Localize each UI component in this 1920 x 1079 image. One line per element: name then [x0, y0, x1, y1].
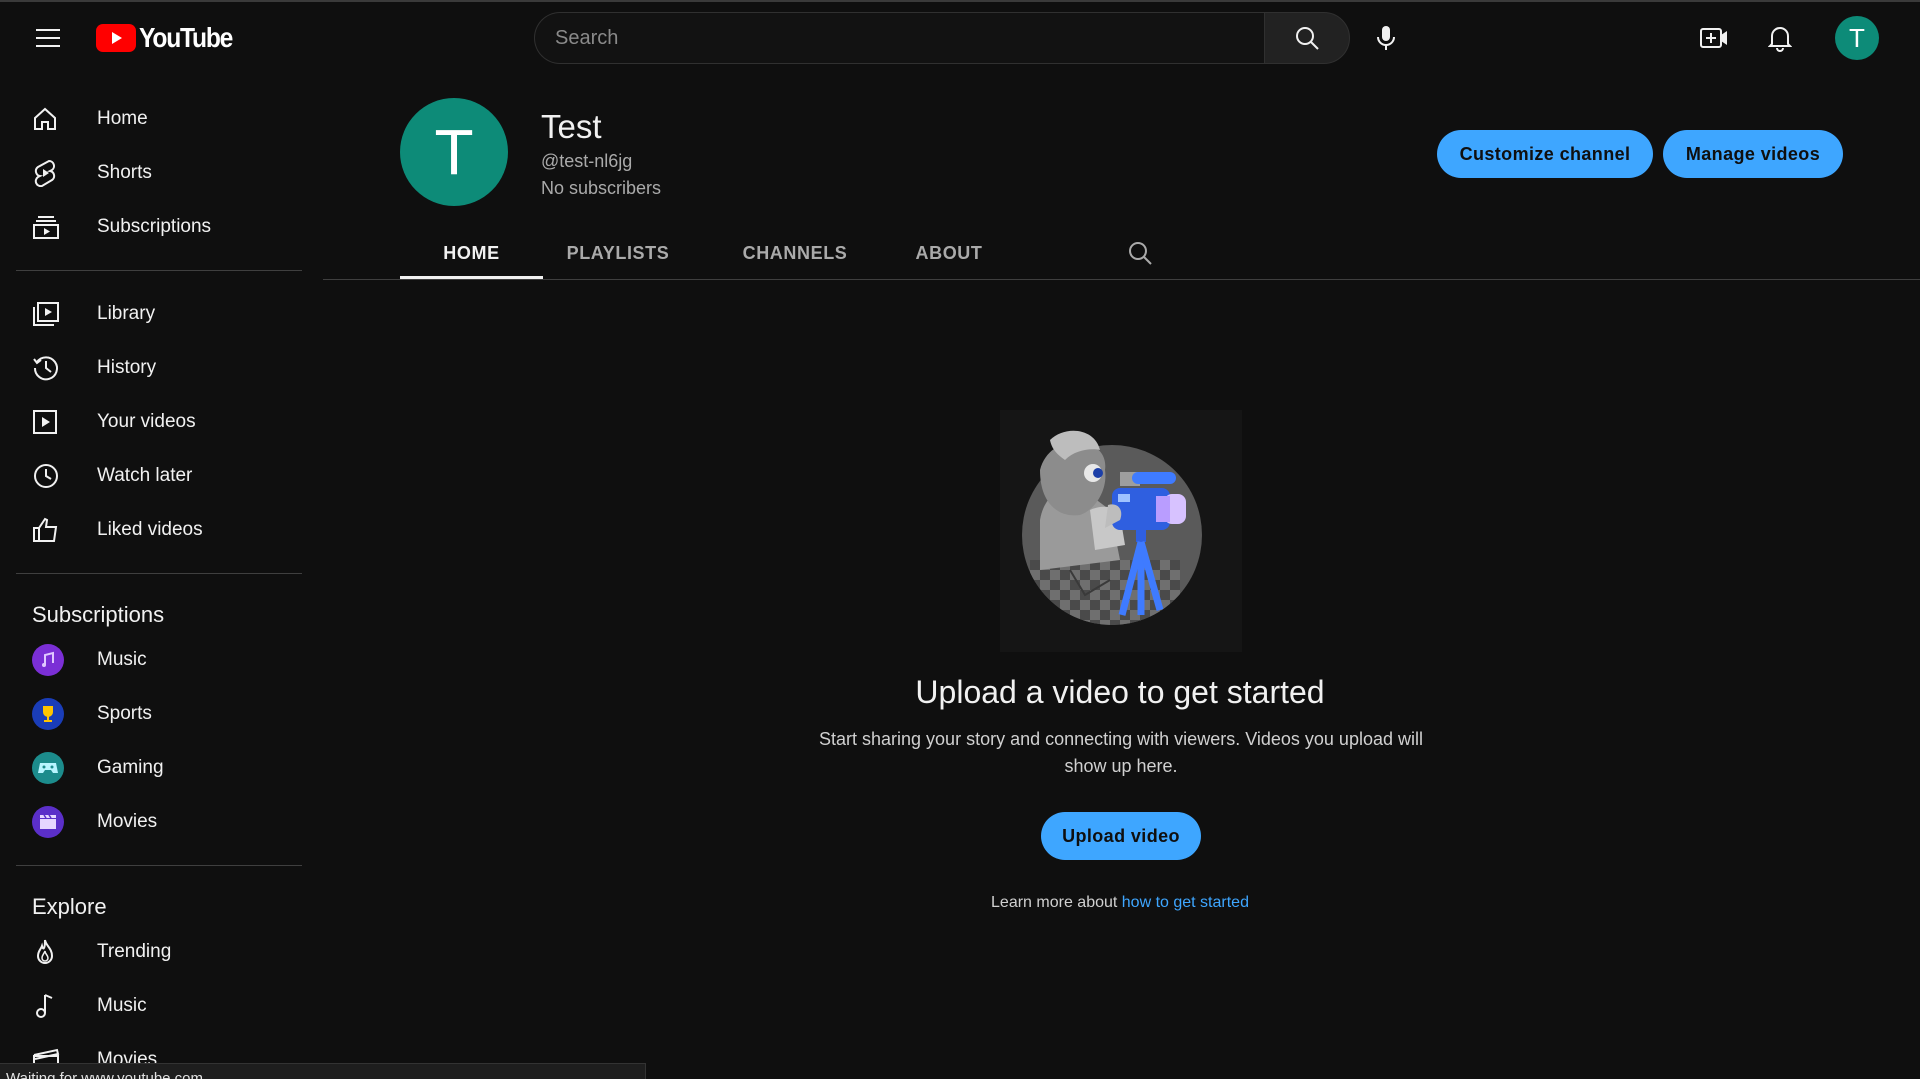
sidebar-item-your-videos[interactable]: Your videos	[16, 395, 300, 449]
sidebar-item-trending[interactable]: Trending	[16, 925, 300, 979]
sidebar-item-sub-music[interactable]: Music	[16, 633, 300, 687]
sidebar-divider	[16, 270, 302, 271]
youtube-play-logo-icon	[96, 24, 136, 52]
sidebar-item-label: Subscriptions	[97, 216, 212, 237]
tab-channels[interactable]: CHANNELS	[720, 226, 870, 280]
sidebar-item-label: Your videos	[97, 411, 196, 432]
channel-avatar[interactable]: T	[400, 98, 508, 206]
home-icon	[34, 107, 56, 130]
learn-more-text: Learn more about how to get started	[640, 894, 1600, 912]
music-note-icon	[36, 994, 53, 1018]
sidebar-item-label: Gaming	[97, 757, 164, 778]
sidebar-divider	[16, 573, 302, 574]
history-icon	[33, 356, 58, 381]
tabs-divider	[323, 279, 1920, 280]
sidebar-item-label: Home	[97, 108, 148, 129]
sidebar-item-shorts[interactable]: Shorts	[16, 146, 300, 200]
sidebar-item-label: Watch later	[97, 465, 193, 486]
sidebar-item-label: Sports	[97, 703, 152, 724]
guide-menu-button[interactable]	[24, 14, 72, 62]
sidebar-item-label: Library	[97, 303, 156, 324]
how-to-get-started-link[interactable]: how to get started	[1122, 894, 1249, 911]
upload-video-button[interactable]: Upload video	[1041, 812, 1201, 860]
tab-about[interactable]: ABOUT	[894, 226, 1004, 280]
channel-name: Test	[541, 108, 602, 145]
search-icon	[1296, 27, 1319, 50]
videographer-illustration	[1000, 410, 1242, 652]
tab-playlists[interactable]: PLAYLISTS	[543, 226, 693, 280]
voice-search-button[interactable]	[1362, 14, 1410, 62]
search-box	[534, 12, 1350, 64]
sidebar-item-label: Trending	[97, 941, 172, 962]
sidebar-item-sub-sports[interactable]: Sports	[16, 687, 300, 741]
subscriptions-icon	[33, 216, 59, 239]
search-input[interactable]	[534, 12, 1264, 64]
hamburger-menu-icon	[36, 29, 60, 47]
logo-text: YouTube	[139, 22, 233, 53]
sidebar-item-library[interactable]: Library	[16, 287, 300, 341]
sidebar: Home Shorts Subscriptions Library Histor…	[0, 76, 302, 1079]
sidebar-item-watch-later[interactable]: Watch later	[16, 449, 300, 503]
microphone-icon	[1377, 26, 1395, 50]
sidebar-item-sub-movies[interactable]: Movies	[16, 795, 300, 849]
sidebar-item-label: History	[97, 357, 157, 378]
sidebar-divider	[16, 865, 302, 866]
empty-state-description: Start sharing your story and connecting …	[819, 729, 1423, 776]
bell-icon	[1768, 27, 1792, 52]
subscriber-count: No subscribers	[541, 178, 662, 198]
sidebar-item-label: Music	[97, 649, 147, 670]
sidebar-item-label: Music	[97, 995, 147, 1016]
shorts-icon	[34, 159, 56, 187]
sidebar-item-label: Movies	[97, 811, 158, 832]
learn-more-prefix: Learn more about	[991, 894, 1122, 911]
watch-later-icon	[34, 464, 58, 488]
search-button[interactable]	[1264, 12, 1350, 64]
youtube-logo[interactable]: YouTube	[96, 22, 245, 53]
sidebar-item-home[interactable]: Home	[16, 92, 300, 146]
music-channel-icon	[32, 644, 64, 676]
channel-handle: @test-nl6jg	[541, 151, 633, 171]
explore-section-title: Explore	[32, 894, 107, 919]
sidebar-item-liked-videos[interactable]: Liked videos	[16, 503, 300, 557]
manage-videos-button[interactable]: Manage videos	[1663, 130, 1843, 178]
movies-clapper-icon	[32, 806, 64, 838]
sidebar-item-explore-music[interactable]: Music	[16, 979, 300, 1033]
account-avatar[interactable]: T	[1835, 16, 1879, 60]
subscriptions-section-title: Subscriptions	[32, 602, 165, 627]
gaming-controller-icon	[32, 752, 64, 784]
trending-icon	[36, 939, 54, 964]
notifications-button[interactable]	[1756, 14, 1804, 62]
sidebar-item-sub-gaming[interactable]: Gaming	[16, 741, 300, 795]
sidebar-item-label: Shorts	[97, 162, 152, 183]
sports-trophy-icon	[32, 698, 64, 730]
sidebar-item-history[interactable]: History	[16, 341, 300, 395]
search-icon	[1129, 242, 1152, 265]
channel-search-button[interactable]	[1116, 226, 1164, 280]
tab-home[interactable]: HOME	[400, 226, 543, 280]
your-videos-icon	[33, 410, 57, 434]
customize-channel-button[interactable]: Customize channel	[1437, 130, 1653, 178]
sidebar-item-label: Liked videos	[97, 519, 203, 540]
like-icon	[33, 517, 58, 542]
create-button[interactable]	[1690, 14, 1738, 62]
empty-state-title: Upload a video to get started	[915, 674, 1325, 710]
masthead: YouTube T	[0, 0, 1920, 76]
sidebar-item-subscriptions[interactable]: Subscriptions	[16, 200, 300, 254]
library-icon	[33, 302, 59, 326]
video-camera-add-icon	[1700, 28, 1727, 48]
browser-status-bar: Waiting for www.youtube.com...	[0, 1063, 646, 1079]
